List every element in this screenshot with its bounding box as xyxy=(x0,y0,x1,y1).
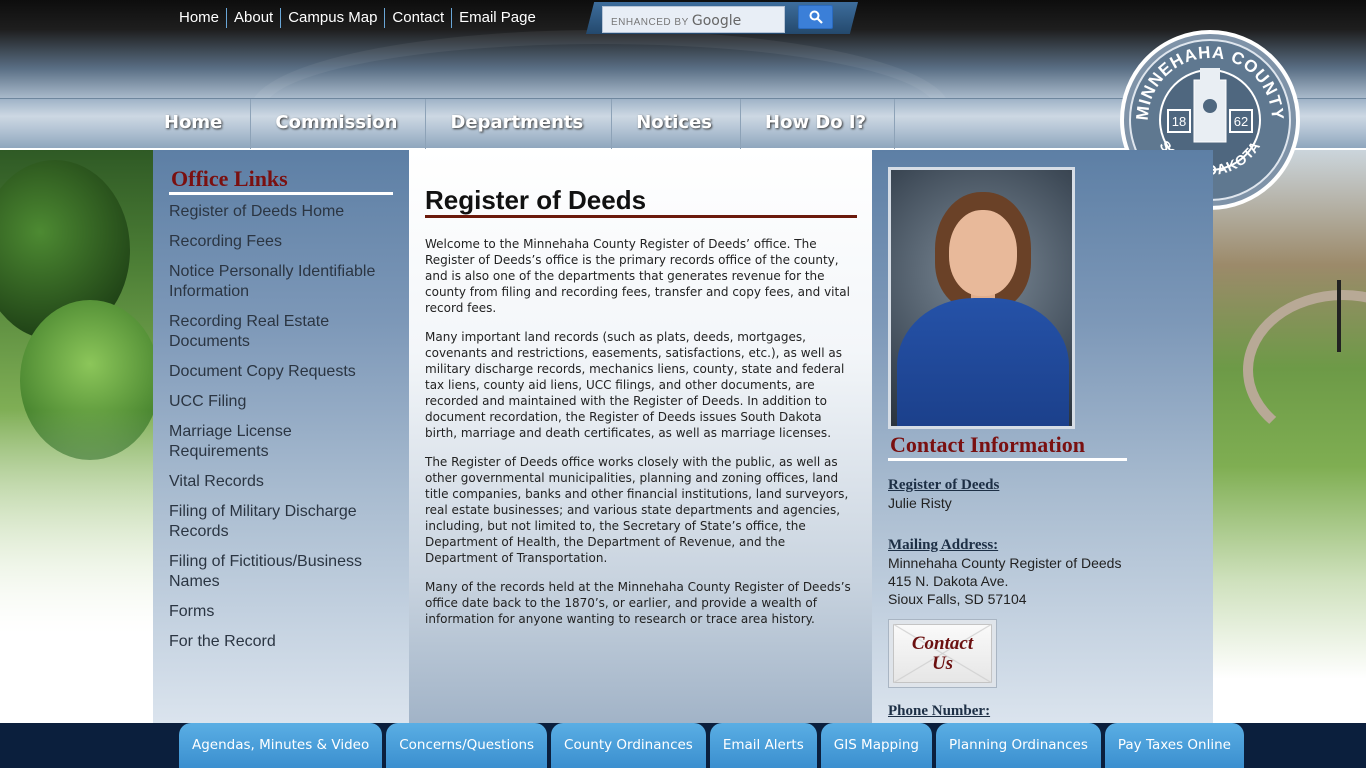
search-icon xyxy=(809,10,823,24)
office-link-pii-notice[interactable]: Notice Personally Identifiable Informati… xyxy=(169,262,394,302)
heading-divider xyxy=(888,458,1127,461)
content-paragraph: Many of the records held at the Minnehah… xyxy=(425,580,851,626)
mailing-address: Mailing Address: Minnehaha County Regist… xyxy=(888,536,1198,608)
search-button[interactable] xyxy=(798,5,833,29)
address-line: Sioux Falls, SD 57104 xyxy=(888,591,1027,607)
right-park-photo xyxy=(1213,150,1366,725)
office-links-list: Register of Deeds Home Recording Fees No… xyxy=(169,202,394,662)
contact-us-line2: Us xyxy=(931,653,954,674)
seal-year-right: 62 xyxy=(1234,114,1248,129)
office-link-military-discharge[interactable]: Filing of Military Discharge Records xyxy=(169,502,394,542)
office-link-recording-fees[interactable]: Recording Fees xyxy=(169,232,394,252)
main-content: Register of Deeds Welcome to the Minneha… xyxy=(409,150,872,725)
official-portrait xyxy=(888,167,1075,429)
office-link-fictitious-names[interactable]: Filing of Fictitious/Business Names xyxy=(169,552,394,592)
register-contact: Register of Deeds Julie Risty xyxy=(888,476,1198,512)
nav-home[interactable]: Home xyxy=(140,99,252,149)
office-link-document-copy[interactable]: Document Copy Requests xyxy=(169,362,394,382)
footer-agendas-button[interactable]: Agendas, Minutes & Video xyxy=(179,723,383,768)
register-name: Julie Risty xyxy=(888,495,952,511)
content-paragraph: Welcome to the Minnehaha County Register… xyxy=(425,237,850,315)
footer-concerns-button[interactable]: Concerns/Questions xyxy=(386,723,548,768)
page-title: Register of Deeds xyxy=(425,185,647,215)
search-input[interactable]: ENHANCED BY Google xyxy=(602,6,785,33)
address-line: Minnehaha County Register of Deeds xyxy=(888,555,1122,571)
nav-departments[interactable]: Departments xyxy=(426,99,613,149)
title-divider xyxy=(425,215,857,218)
office-link-ucc-filing[interactable]: UCC Filing xyxy=(169,392,394,412)
office-link-marriage-license[interactable]: Marriage License Requirements xyxy=(169,422,394,462)
heading-divider xyxy=(169,192,393,195)
top-link-home[interactable]: Home xyxy=(172,8,226,28)
phone-section: Phone Number: xyxy=(888,702,1198,720)
office-link-recording-real-estate[interactable]: Recording Real Estate Documents xyxy=(169,312,394,352)
footer-pay-taxes-button[interactable]: Pay Taxes Online xyxy=(1104,723,1244,768)
left-tree-photo xyxy=(0,150,160,730)
top-link-campus-map[interactable]: Campus Map xyxy=(280,8,384,28)
search-placeholder-prefix: ENHANCED BY xyxy=(611,17,689,28)
office-link-forms[interactable]: Forms xyxy=(169,602,394,622)
office-link-vital-records[interactable]: Vital Records xyxy=(169,472,394,492)
phone-label: Phone Number: xyxy=(888,703,991,719)
content-paragraph: Many important land records (such as pla… xyxy=(425,330,845,440)
office-links-sidebar: Office Links Register of Deeds Home Reco… xyxy=(153,150,409,725)
top-link-about[interactable]: About xyxy=(226,8,280,28)
utility-nav: Home About Campus Map Contact Email Page xyxy=(172,8,543,28)
footer-planning-ordinances-button[interactable]: Planning Ordinances xyxy=(936,723,1101,768)
nav-notices[interactable]: Notices xyxy=(612,99,742,149)
nav-how-do-i[interactable]: How Do I? xyxy=(741,99,896,149)
search-placeholder-brand: Google xyxy=(691,13,742,29)
contact-us-button[interactable]: Contact Us xyxy=(888,619,997,688)
top-link-email-page[interactable]: Email Page xyxy=(451,8,543,28)
address-line: 415 N. Dakota Ave. xyxy=(888,573,1009,589)
register-label: Register of Deeds xyxy=(888,477,1000,493)
contact-heading: Contact Information xyxy=(890,432,1085,457)
footer-gis-mapping-button[interactable]: GIS Mapping xyxy=(820,723,932,768)
mailing-label: Mailing Address: xyxy=(888,537,999,553)
content-body: Welcome to the Minnehaha County Register… xyxy=(425,236,853,640)
footer-county-ordinances-button[interactable]: County Ordinances xyxy=(551,723,706,768)
nav-commission[interactable]: Commission xyxy=(251,99,427,149)
content-paragraph: The Register of Deeds office works close… xyxy=(425,455,849,565)
top-link-contact[interactable]: Contact xyxy=(384,8,451,28)
quick-links-footer: Agendas, Minutes & Video Concerns/Questi… xyxy=(0,723,1366,768)
office-links-heading: Office Links xyxy=(171,166,288,191)
contact-us-line1: Contact xyxy=(911,633,974,654)
office-link-home[interactable]: Register of Deeds Home xyxy=(169,202,394,222)
contact-sidebar: Contact Information Register of Deeds Ju… xyxy=(872,150,1213,725)
footer-email-alerts-button[interactable]: Email Alerts xyxy=(709,723,817,768)
office-link-for-the-record[interactable]: For the Record xyxy=(169,632,394,652)
seal-year-left: 18 xyxy=(1172,114,1186,129)
